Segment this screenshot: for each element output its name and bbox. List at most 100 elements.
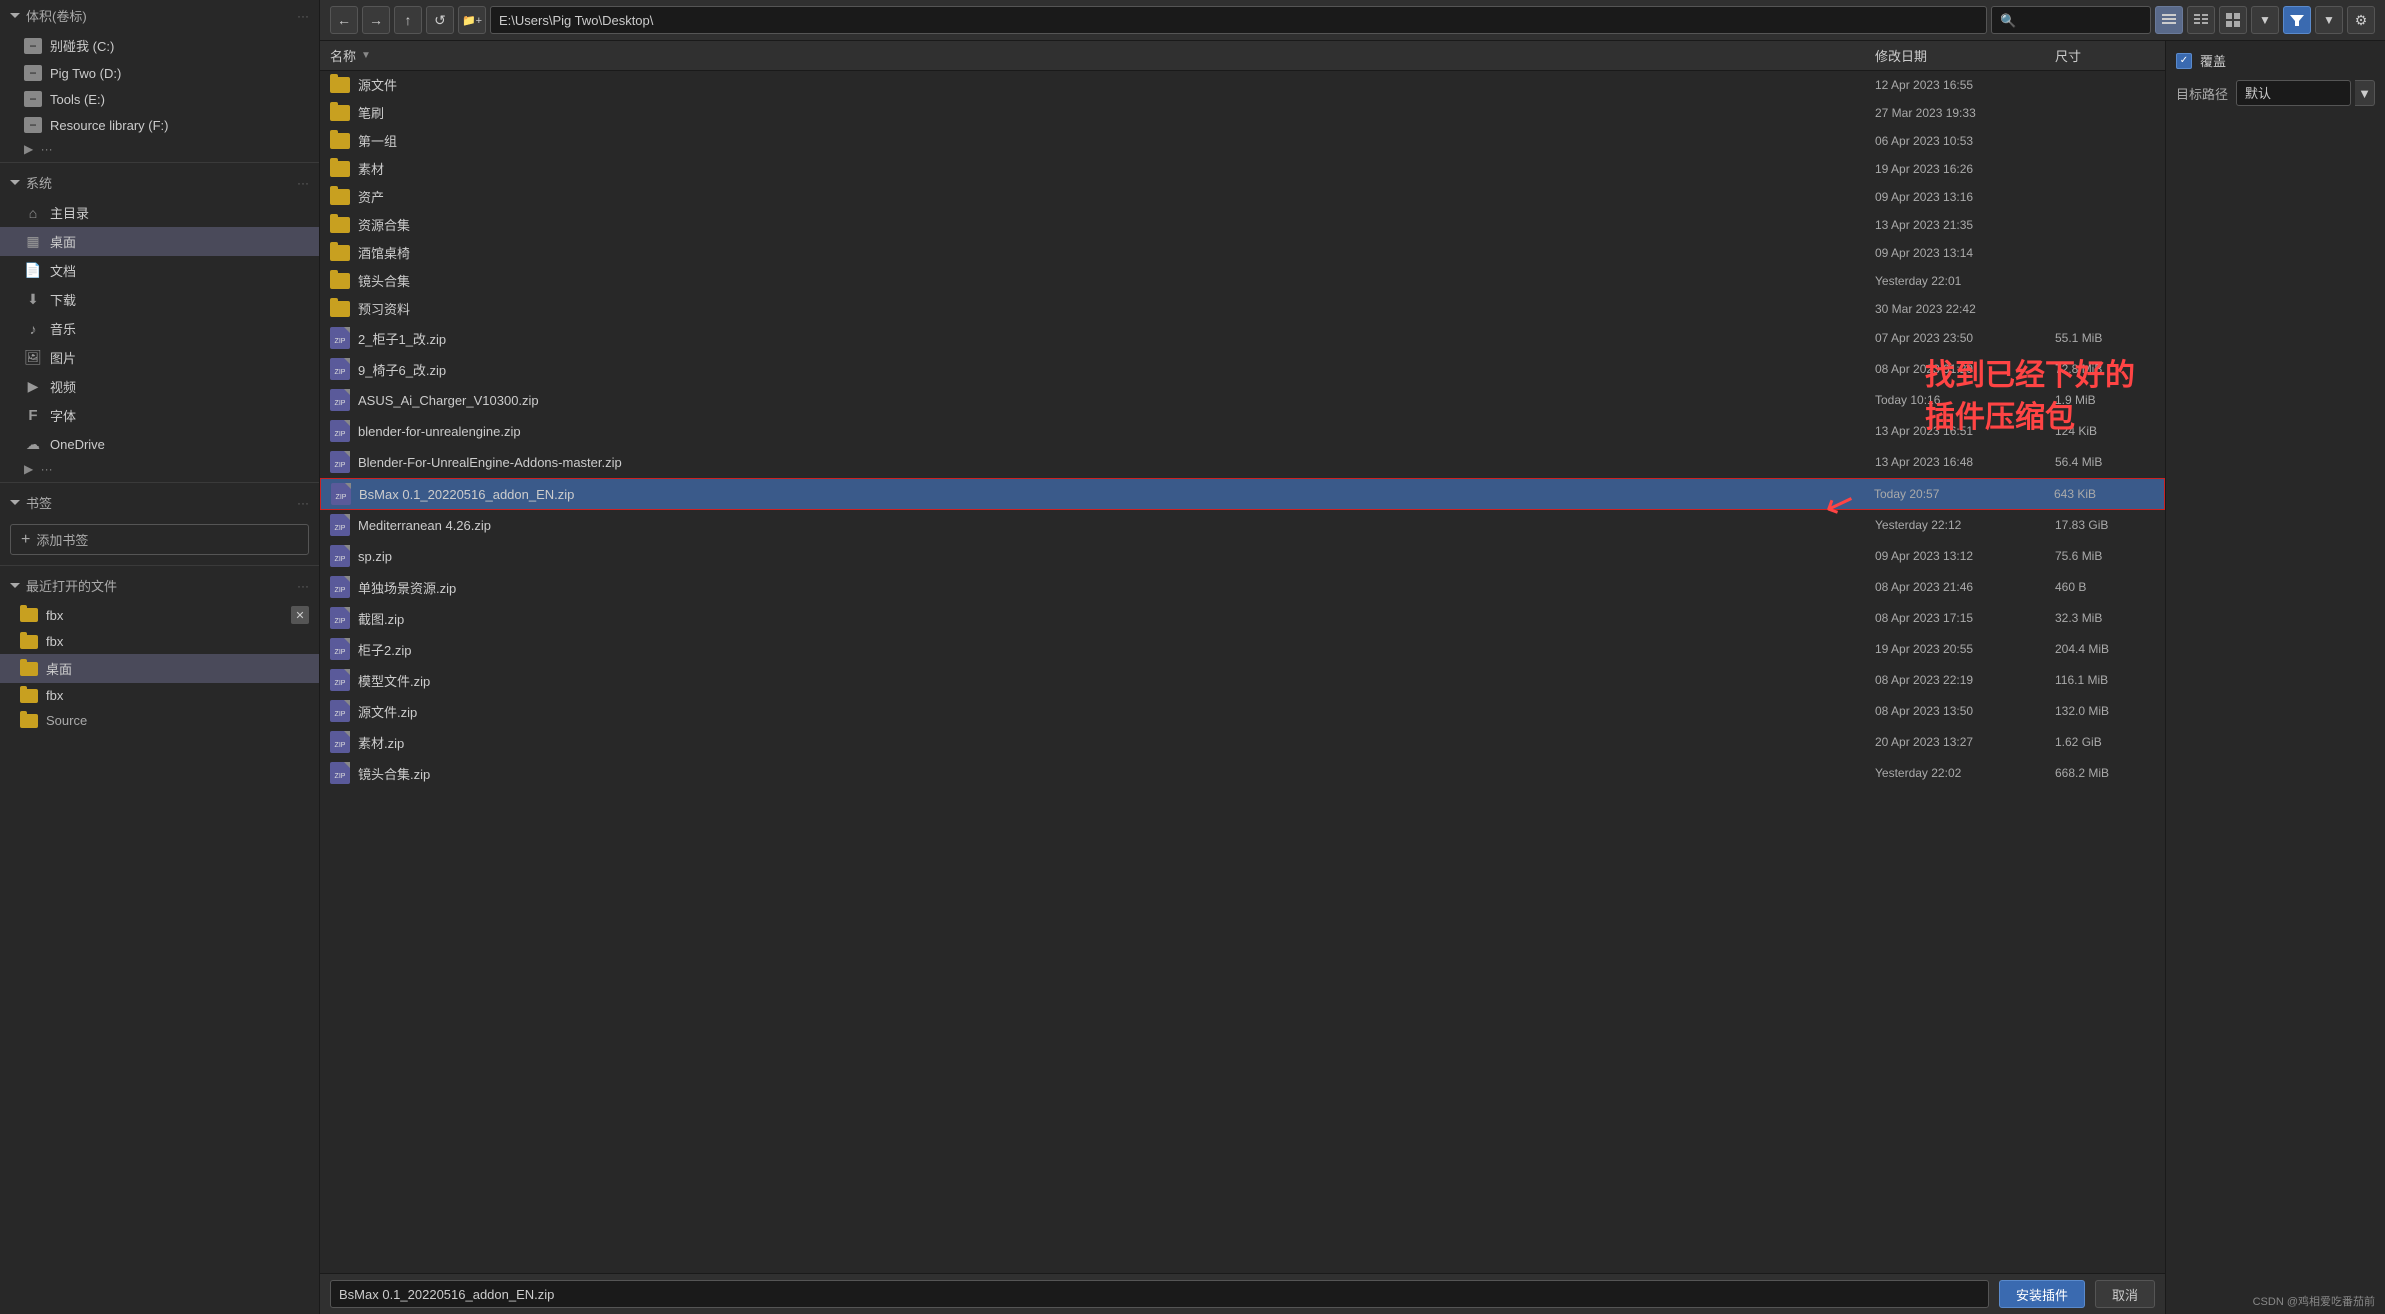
file-browser: ← → ↑ ↺ 📁+ ▼ ▼ [320, 0, 2385, 1314]
file-size: 116.1 MiB [2055, 673, 2155, 687]
video-icon: ▶ [24, 378, 42, 396]
recent-item-fbx-3[interactable]: fbx [0, 683, 319, 708]
view-dropdown-button[interactable]: ▼ [2251, 6, 2279, 34]
sort-icon: ▼ [361, 50, 371, 61]
file-date: 20 Apr 2023 13:27 [1875, 735, 2055, 749]
file-name: 预习资料 [358, 299, 410, 318]
sidebar-item-fonts[interactable]: F 字体 [0, 401, 319, 430]
column-date[interactable]: 修改日期 [1875, 46, 2055, 65]
table-row[interactable]: ZIP 单独场景资源.zip 08 Apr 2023 21:46 460 B [320, 572, 2165, 603]
table-row[interactable]: 预习资料 30 Mar 2023 22:42 [320, 295, 2165, 323]
folder-icon [20, 662, 38, 676]
refresh-button[interactable]: ↺ [426, 6, 454, 34]
recent-item-fbx-1[interactable]: fbx ✕ [0, 601, 319, 629]
recent-section-dots[interactable]: ··· [297, 579, 309, 593]
file-name: 资源合集 [358, 215, 410, 234]
table-row[interactable]: ZIP BsMax 0.1_20220516_addon_EN.zip Toda… [320, 478, 2165, 510]
view-controls: ▼ ▼ ⚙ [2155, 6, 2375, 34]
volumes-section-dots[interactable]: ··· [297, 9, 309, 23]
sidebar-item-f-drive[interactable]: Resource library (F:) [0, 112, 319, 138]
documents-label: 文档 [50, 261, 76, 280]
forward-button[interactable]: → [362, 6, 390, 34]
table-row[interactable]: ZIP ASUS_Ai_Charger_V10300.zip Today 10:… [320, 385, 2165, 416]
filter-button[interactable] [2283, 6, 2311, 34]
recent-section-header[interactable]: 最近打开的文件 ··· [0, 570, 319, 601]
sidebar-item-c-drive[interactable]: 别碰我 (C:) [0, 31, 319, 60]
system-section-header[interactable]: 系统 ··· [0, 167, 319, 198]
table-row[interactable]: 酒馆桌椅 09 Apr 2023 13:14 [320, 239, 2165, 267]
table-row[interactable]: ZIP blender-for-unrealengine.zip 13 Apr … [320, 416, 2165, 447]
address-bar[interactable] [490, 6, 1987, 34]
file-date: Yesterday 22:12 [1875, 518, 2055, 532]
sidebar-item-onedrive[interactable]: ☁ OneDrive [0, 430, 319, 458]
recent-item-source[interactable]: Source [0, 708, 319, 733]
home-icon: ⌂ [24, 204, 42, 222]
sidebar-item-desktop[interactable]: ▦ 桌面 [0, 227, 319, 256]
cover-label: 覆盖 [2200, 51, 2226, 70]
table-row[interactable]: ZIP 9_椅子6_改.zip 08 Apr 2023 01:29 72.8 M… [320, 354, 2165, 385]
table-row[interactable]: 资源合集 13 Apr 2023 21:35 [320, 211, 2165, 239]
table-row[interactable]: 源文件 12 Apr 2023 16:55 [320, 71, 2165, 99]
file-name: Blender-For-UnrealEngine-Addons-master.z… [358, 455, 622, 470]
table-row[interactable]: ZIP Mediterranean 4.26.zip Yesterday 22:… [320, 510, 2165, 541]
system-more[interactable]: ▶ ··· [0, 458, 319, 478]
sidebar-item-images[interactable]: 🖼 图片 [0, 343, 319, 372]
cancel-button[interactable]: 取消 [2095, 1280, 2155, 1308]
table-row[interactable]: ZIP Blender-For-UnrealEngine-Addons-mast… [320, 447, 2165, 478]
drive-e-label: Tools (E:) [50, 92, 105, 107]
table-row[interactable]: ZIP 镜头合集.zip Yesterday 22:02 668.2 MiB [320, 758, 2165, 789]
recent-item-fbx-2[interactable]: fbx [0, 629, 319, 654]
desktop-icon: ▦ [24, 233, 42, 251]
filter-dropdown-button[interactable]: ▼ [2315, 6, 2343, 34]
onedrive-label: OneDrive [50, 437, 105, 452]
table-row[interactable]: 镜头合集 Yesterday 22:01 [320, 267, 2165, 295]
target-path-select[interactable]: 默认 [2236, 80, 2351, 106]
sidebar-item-downloads[interactable]: ⬇ 下载 [0, 285, 319, 314]
table-row[interactable]: ZIP 素材.zip 20 Apr 2023 13:27 1.62 GiB [320, 727, 2165, 758]
settings-button[interactable]: ⚙ [2347, 6, 2375, 34]
recent-close-button[interactable]: ✕ [291, 606, 309, 624]
table-row[interactable]: ZIP 模型文件.zip 08 Apr 2023 22:19 116.1 MiB [320, 665, 2165, 696]
add-bookmark-button[interactable]: + 添加书签 [10, 524, 309, 555]
table-row[interactable]: ZIP sp.zip 09 Apr 2023 13:12 75.6 MiB [320, 541, 2165, 572]
view-list-detail-button[interactable] [2155, 6, 2183, 34]
up-button[interactable]: ↑ [394, 6, 422, 34]
sidebar-item-home[interactable]: ⌂ 主目录 [0, 198, 319, 227]
table-row[interactable]: ZIP 柜子2.zip 19 Apr 2023 20:55 204.4 MiB [320, 634, 2165, 665]
column-name[interactable]: 名称 ▼ [330, 46, 1875, 65]
bookmarks-section-dots[interactable]: ··· [297, 496, 309, 510]
cover-checkbox[interactable]: ✓ [2176, 53, 2192, 69]
recent-item-desktop[interactable]: 桌面 [0, 654, 319, 683]
sidebar-item-e-drive[interactable]: Tools (E:) [0, 86, 319, 112]
system-section-dots[interactable]: ··· [297, 176, 309, 190]
table-row[interactable]: 笔刷 27 Mar 2023 19:33 [320, 99, 2165, 127]
back-button[interactable]: ← [330, 6, 358, 34]
search-input[interactable] [1991, 6, 2151, 34]
table-row[interactable]: ZIP 2_柜子1_改.zip 07 Apr 2023 23:50 55.1 M… [320, 323, 2165, 354]
table-row[interactable]: 第一组 06 Apr 2023 10:53 [320, 127, 2165, 155]
view-list-compact-button[interactable] [2187, 6, 2215, 34]
hdd-icon [24, 38, 42, 54]
folder-icon [20, 608, 38, 622]
sidebar-item-documents[interactable]: 📄 文档 [0, 256, 319, 285]
folder-icon [330, 217, 350, 233]
sidebar-item-music[interactable]: ♪ 音乐 [0, 314, 319, 343]
select-arrow-icon[interactable]: ▼ [2355, 80, 2375, 106]
sidebar-item-videos[interactable]: ▶ 视频 [0, 372, 319, 401]
volumes-more[interactable]: ▶ ··· [0, 138, 319, 158]
column-size[interactable]: 尺寸 [2055, 46, 2155, 65]
file-list: 源文件 12 Apr 2023 16:55 笔刷 27 Mar 2023 19:… [320, 71, 2165, 1273]
file-name: 镜头合集 [358, 271, 410, 290]
filename-input[interactable] [330, 1280, 1989, 1308]
bookmarks-section-header[interactable]: 书签 ··· [0, 487, 319, 518]
table-row[interactable]: 资产 09 Apr 2023 13:16 [320, 183, 2165, 211]
volumes-section-header[interactable]: 体积(卷标) ··· [0, 0, 319, 31]
table-row[interactable]: 素材 19 Apr 2023 16:26 [320, 155, 2165, 183]
sidebar-item-d-drive[interactable]: Pig Two (D:) [0, 60, 319, 86]
view-grid-button[interactable] [2219, 6, 2247, 34]
new-folder-button[interactable]: 📁+ [458, 6, 486, 34]
column-name-label: 名称 [330, 46, 356, 65]
table-row[interactable]: ZIP 源文件.zip 08 Apr 2023 13:50 132.0 MiB [320, 696, 2165, 727]
install-addon-button[interactable]: 安装插件 [1999, 1280, 2085, 1308]
table-row[interactable]: ZIP 截图.zip 08 Apr 2023 17:15 32.3 MiB [320, 603, 2165, 634]
